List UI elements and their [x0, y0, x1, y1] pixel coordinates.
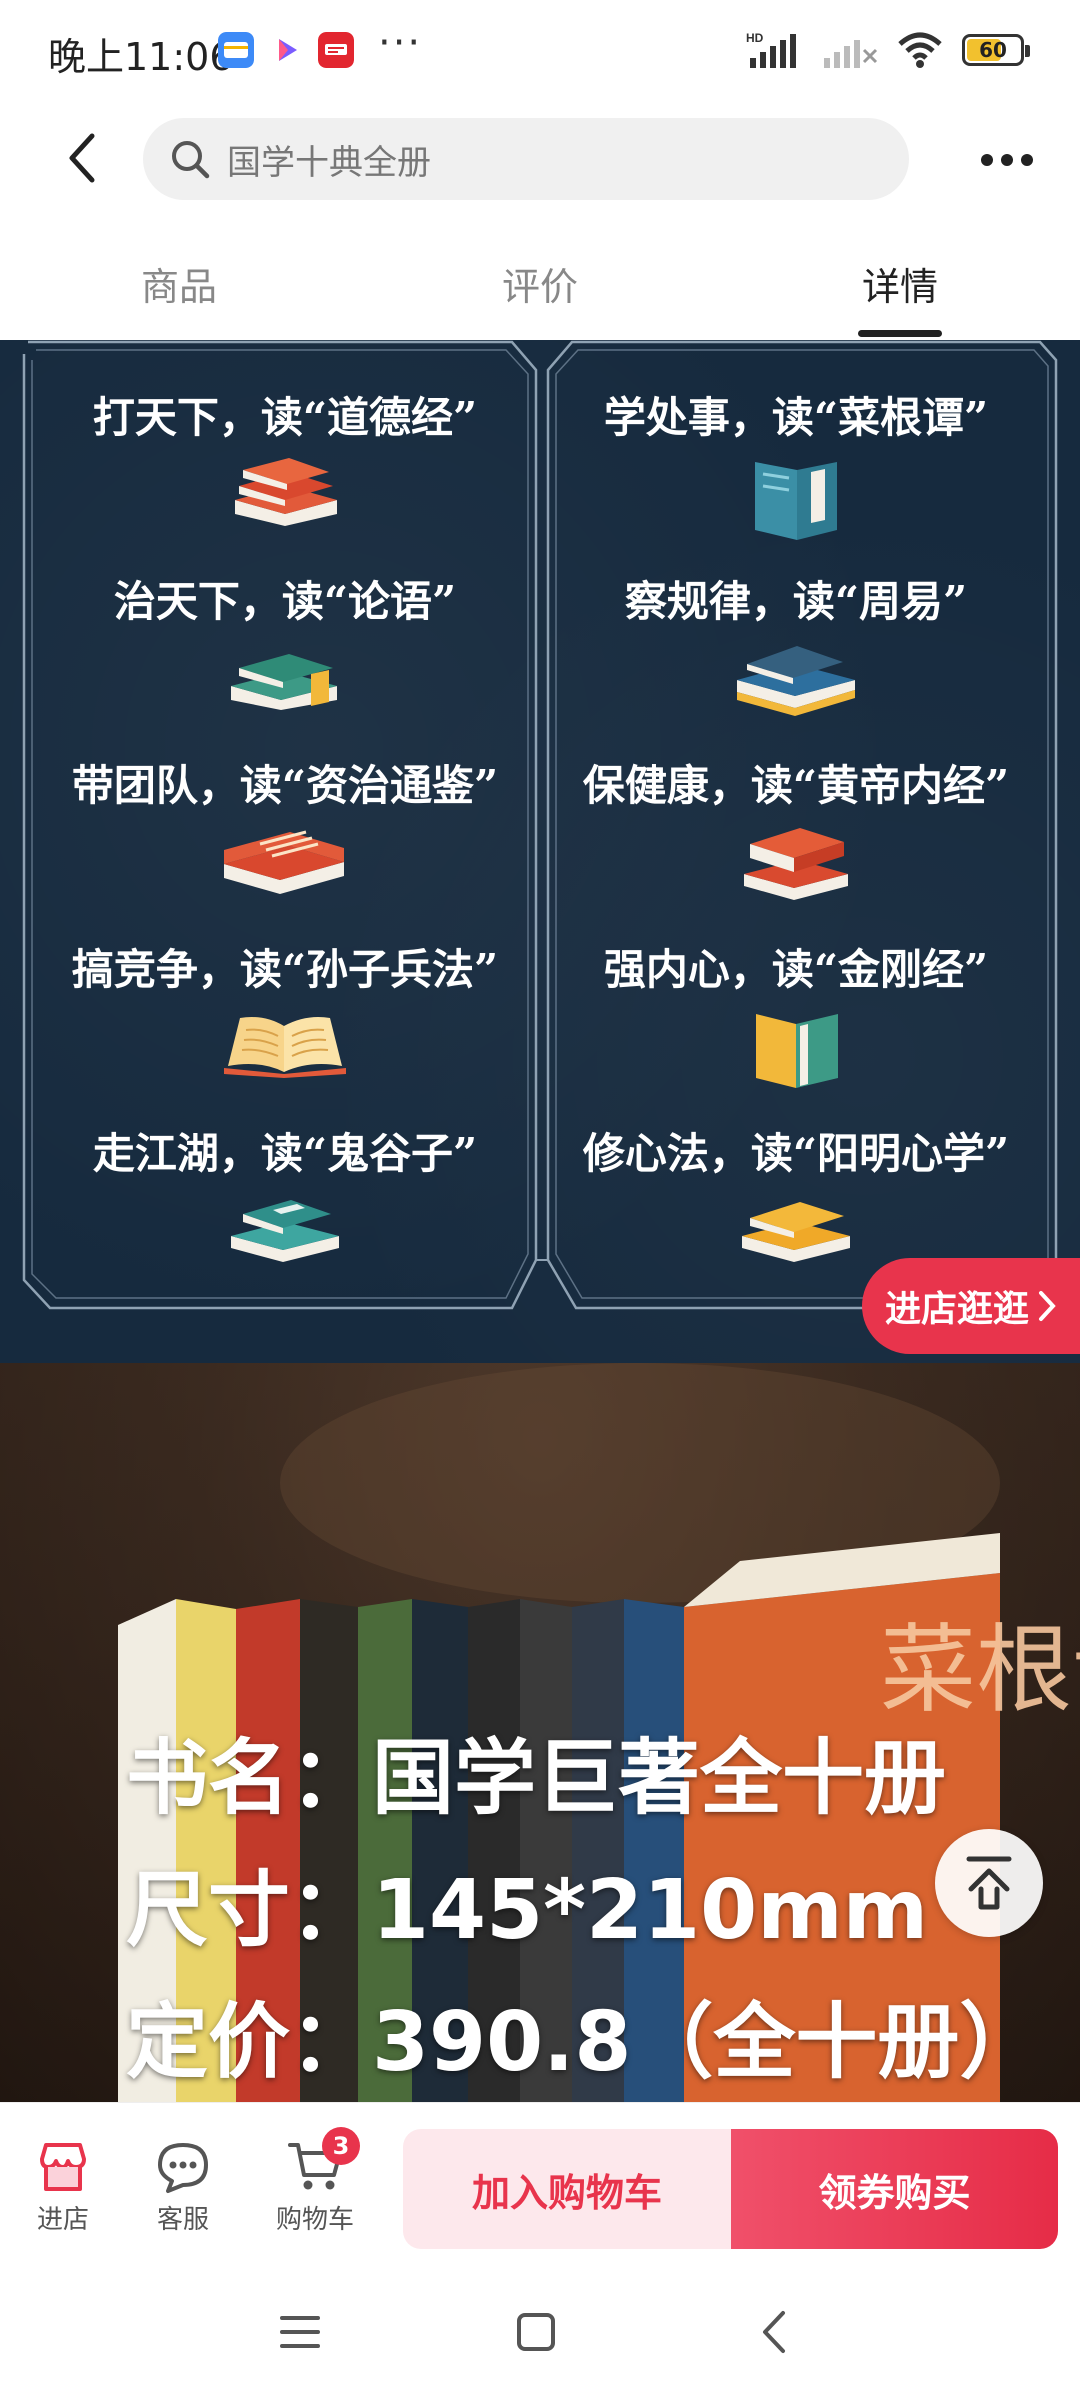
status-app-icons	[218, 32, 354, 68]
product-specs: 书名：国学巨著全十册 尺寸：145*210mm 定价：390.8（全十册）	[126, 1713, 1041, 2102]
search-icon	[172, 141, 210, 179]
buy-label: 领券购买	[818, 2170, 971, 2215]
back-button[interactable]	[50, 126, 114, 190]
guide-text: 保健康，读“黄帝内经”	[582, 761, 1010, 810]
system-back-button[interactable]	[744, 2302, 804, 2362]
bottom-action-bar: 进店 客服 购物车 3 加入购物车 领券购买	[0, 2102, 1080, 2263]
gold-books-icon	[742, 1202, 850, 1262]
reading-guide-panel: 打天下，读“道德经” 治天下，读“论语” 带团队，读“资治通鉴” 搞竞争，读“孙…	[0, 340, 1080, 1363]
active-tab-indicator	[858, 330, 942, 337]
spec-price: 定价：390.8（全十册）	[126, 1995, 1042, 2090]
orange-books-icon	[744, 828, 848, 900]
header: 国学十典全册	[0, 100, 1080, 220]
home-square-icon	[517, 2313, 555, 2351]
signal-2-icon	[824, 40, 878, 68]
spec-title: 书名：国学巨著全十册	[126, 1731, 947, 1826]
customer-service-label: 客服	[156, 2205, 209, 2235]
video-app-icon	[268, 32, 304, 68]
buy-with-coupon-button[interactable]: 领券购买	[731, 2129, 1058, 2249]
guide-item-left-5: 走江湖，读“鬼谷子”	[25, 1126, 545, 1262]
spec-size: 尺寸：145*210mm	[126, 1863, 929, 1958]
add-to-cart-button[interactable]: 加入购物车	[403, 2129, 731, 2249]
home-button[interactable]	[506, 2302, 566, 2362]
back-arrow-icon	[69, 133, 95, 183]
green-books-icon	[231, 654, 337, 710]
red-books-icon	[235, 458, 337, 526]
product-detail-content[interactable]: 打天下，读“道德经” 治天下，读“论语” 带团队，读“资治通鉴” 搞竞争，读“孙…	[0, 340, 1080, 2102]
guide-text: 走江湖，读“鬼谷子”	[92, 1129, 478, 1178]
open-book-icon	[224, 1017, 346, 1078]
guide-item-right-5: 修心法，读“阳明心学”	[536, 1126, 1056, 1262]
store-icon	[40, 2143, 86, 2191]
guide-item-right-4: 强内心，读“金刚经”	[536, 942, 1056, 1088]
menu-icon	[280, 2316, 320, 2348]
scroll-to-top-button[interactable]	[935, 1829, 1043, 1937]
guide-item-left-2: 治天下，读“论语”	[25, 574, 545, 710]
guide-text: 强内心，读“金刚经”	[603, 945, 989, 994]
wifi-icon	[898, 32, 942, 68]
system-nav-bar	[0, 2262, 1080, 2400]
more-options-button[interactable]	[972, 130, 1042, 190]
guide-item-left-4: 搞竞争，读“孙子兵法”	[25, 942, 545, 1078]
svg-text:HD: HD	[746, 31, 764, 45]
store-label: 进店	[36, 2205, 89, 2235]
status-more-dots: ···	[378, 20, 423, 66]
visit-store-label: 进店逛逛	[884, 1289, 1029, 1330]
cart-count-badge: 3	[322, 2127, 360, 2165]
guide-item-right-1: 学处事，读“菜根谭”	[536, 390, 1056, 540]
status-bar: 晚上11:06 ··· HD 60	[0, 0, 1080, 100]
battery-icon: 60	[962, 34, 1030, 66]
battery-level: 60	[979, 38, 1007, 62]
teal-books-icon	[231, 1200, 339, 1262]
kandian-app-icon	[318, 32, 354, 68]
search-query-text: 国学十典全册	[227, 142, 431, 183]
guide-item-left-3: 带团队，读“资治通鉴”	[25, 758, 545, 894]
tab-bar: 商品 评价 详情	[0, 220, 1080, 340]
guide-text: 学处事，读“菜根谭”	[603, 393, 989, 442]
guide-item-right-2: 察规律，读“周易”	[536, 574, 1056, 716]
arrow-up-icon	[966, 1856, 1012, 1910]
status-time: 晚上11:06	[48, 35, 234, 79]
recent-apps-button[interactable]	[270, 2302, 330, 2362]
cart-button[interactable]: 购物车 3	[260, 2127, 370, 2236]
guide-text: 带团队，读“资治通鉴”	[71, 761, 499, 810]
chevron-right-icon	[1039, 1291, 1056, 1321]
add-to-cart-label: 加入购物车	[471, 2170, 662, 2215]
blue-books-icon	[737, 646, 855, 716]
back-chevron-icon	[763, 2311, 785, 2353]
guide-text: 搞竞争，读“孙子兵法”	[71, 945, 499, 994]
red-book-icon	[224, 830, 344, 894]
guide-text: 修心法，读“阳明心学”	[582, 1129, 1010, 1178]
standing-book-icon	[755, 462, 837, 540]
wallet-app-icon	[218, 32, 254, 68]
guide-text: 打天下，读“道德经”	[92, 393, 478, 442]
signal-icon: HD	[746, 31, 796, 68]
chat-icon	[158, 2143, 208, 2193]
guide-text: 察规律，读“周易”	[624, 577, 968, 626]
svg-text:菜根谭: 菜根谭	[880, 1614, 1080, 1726]
search-input[interactable]: 国学十典全册	[143, 118, 909, 200]
guide-item-left-1: 打天下，读“道德经”	[25, 390, 545, 526]
cart-label: 购物车	[275, 2205, 354, 2235]
guide-item-right-3: 保健康，读“黄帝内经”	[536, 758, 1056, 900]
tab-products[interactable]: 商品	[89, 256, 269, 311]
customer-service-button[interactable]: 客服	[128, 2139, 238, 2236]
tab-details[interactable]: 详情	[810, 256, 990, 311]
status-indicators: HD 60	[746, 30, 1030, 70]
store-button[interactable]: 进店	[8, 2139, 118, 2236]
guide-text: 治天下，读“论语”	[113, 577, 457, 626]
yellow-book-icon	[756, 1014, 838, 1088]
tab-reviews[interactable]: 评价	[450, 256, 630, 311]
visit-store-button[interactable]: 进店逛逛	[862, 1258, 1080, 1354]
product-photo: 菜根谭 书名：国学巨著全十册 尺寸：145*210mm 定价：390.8（全十册…	[0, 1363, 1080, 2102]
more-dots-icon	[981, 154, 1033, 166]
